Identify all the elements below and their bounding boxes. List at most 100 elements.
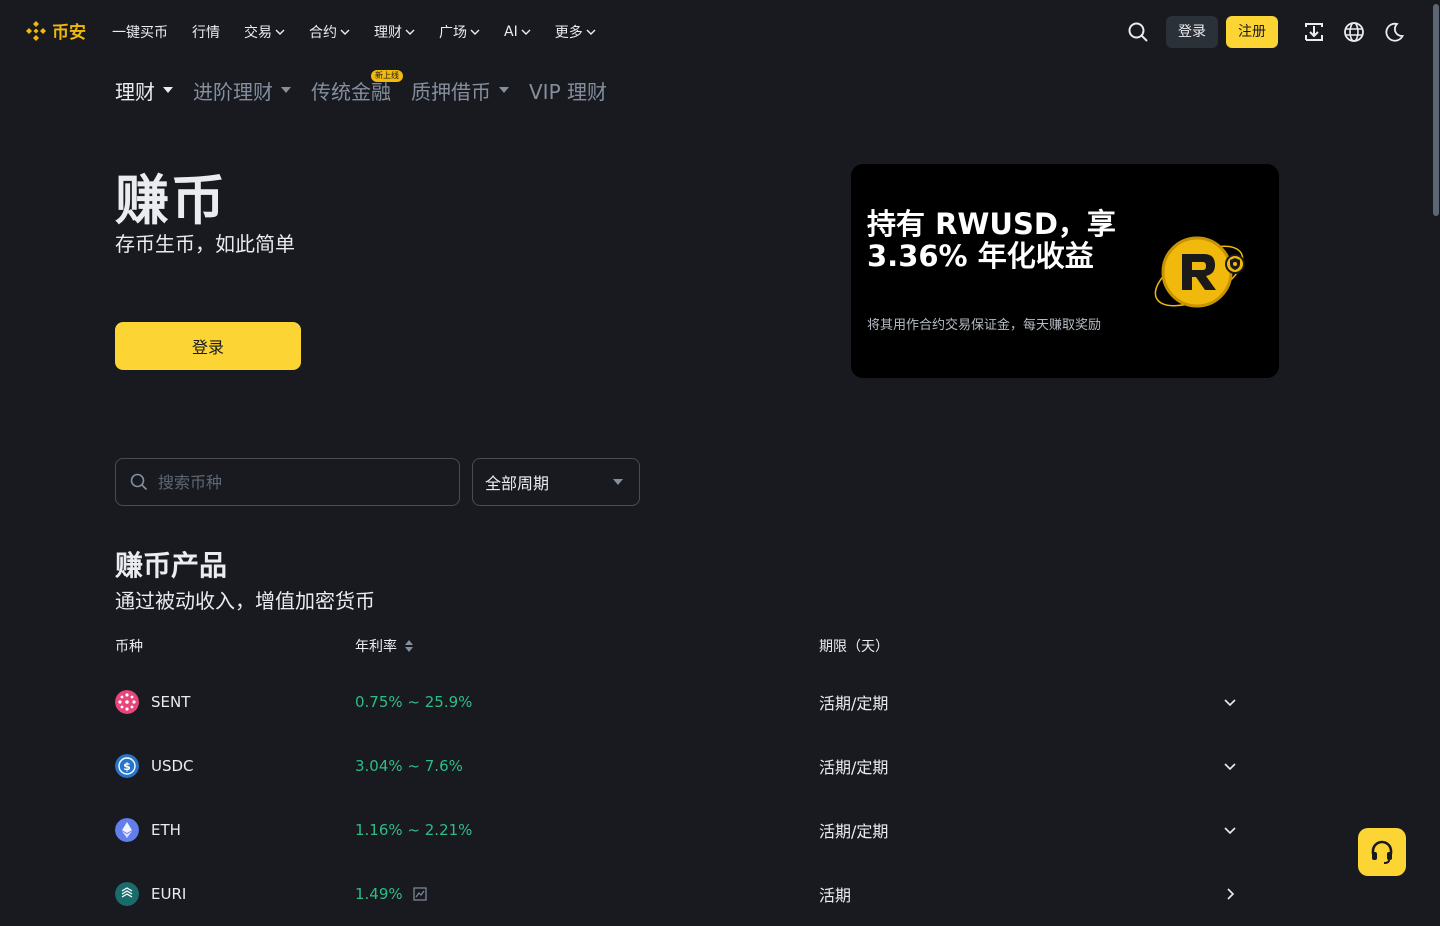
term-value: 活期/定期 (819, 758, 889, 777)
period-select-value: 全部周期 (485, 474, 550, 493)
nav-item-label: 理财 (374, 25, 402, 41)
caret-down-icon (163, 87, 173, 93)
svg-text:$: $ (123, 760, 131, 773)
nav-item-ai[interactable]: AI (504, 24, 531, 40)
table-row[interactable]: EURI 1.49% 活期 (115, 862, 1245, 926)
page-scrollbar[interactable] (1432, 0, 1440, 900)
table-row[interactable]: SENT 0.75% ~ 25.9% 活期/定期 (115, 670, 1245, 734)
nav-item-more[interactable]: 更多 (555, 22, 596, 42)
rwusd-coin-icon (1154, 236, 1245, 308)
header-label: 期限（天） (819, 639, 889, 655)
section-title: 赚币产品 (115, 549, 228, 582)
search-icon (130, 473, 148, 491)
coin-name: ETH (151, 821, 181, 839)
moon-icon[interactable] (1382, 20, 1406, 44)
chevron-right-icon[interactable] (1223, 887, 1237, 901)
nav-item-square[interactable]: 广场 (439, 22, 480, 42)
period-select[interactable]: 全部周期 (472, 458, 640, 506)
nav-item-label: 合约 (309, 25, 337, 41)
tab-label: 理财 (115, 79, 155, 104)
tab-label: 进阶理财 (193, 79, 273, 104)
tab-loans[interactable]: 质押借币 (411, 76, 509, 105)
euri-coin-icon (115, 882, 139, 906)
download-icon[interactable] (1302, 20, 1326, 44)
binance-logo[interactable]: 币安 (24, 18, 86, 43)
section-subtitle: 通过被动收入，增值加密货币 (115, 589, 375, 613)
nav-item-label: AI (504, 24, 518, 40)
nav-item-futures[interactable]: 合约 (309, 22, 350, 42)
chevron-down-icon (586, 29, 596, 35)
header-label: 币种 (115, 639, 143, 655)
register-button[interactable]: 注册 (1226, 16, 1278, 48)
globe-icon[interactable] (1342, 20, 1366, 44)
apy-value: 1.49% (355, 885, 427, 903)
customer-support-button[interactable] (1358, 828, 1406, 876)
chevron-down-icon (470, 29, 480, 35)
coin-name: SENT (151, 693, 191, 711)
nav-item-label: 行情 (192, 25, 220, 41)
coin-name: EURI (151, 885, 187, 903)
new-badge: 新上线 (371, 69, 403, 82)
nav-item-buy-crypto[interactable]: 一键买币 (112, 22, 168, 42)
binance-logo-icon (26, 20, 46, 41)
column-header-apy[interactable]: 年利率 (355, 636, 413, 656)
search-input[interactable] (156, 471, 436, 493)
nav-item-trade[interactable]: 交易 (244, 22, 285, 42)
promo-banner[interactable]: 持有 RWUSD，享 3.36% 年化收益 将其用作合约交易保证金，每天赚取奖励 (851, 164, 1279, 378)
scrollbar-thumb[interactable] (1433, 4, 1439, 216)
chart-icon[interactable] (413, 887, 427, 901)
chevron-down-icon (340, 29, 350, 35)
caret-down-icon (613, 479, 623, 485)
hero-login-button[interactable]: 登录 (115, 322, 301, 370)
caret-down-icon (281, 87, 291, 93)
table-row[interactable]: $ USDC 3.04% ~ 7.6% 活期/定期 (115, 734, 1245, 798)
column-header-coin: 币种 (115, 636, 143, 656)
apy-value: 1.16% ~ 2.21% (355, 821, 472, 839)
login-button[interactable]: 登录 (1166, 16, 1218, 48)
sent-coin-icon (115, 690, 139, 714)
apy-text: 1.16% ~ 2.21% (355, 821, 473, 839)
column-header-term: 期限（天） (819, 636, 889, 656)
tab-tradfi[interactable]: 传统金融 新上线 (311, 69, 403, 105)
coin-search (115, 458, 460, 506)
apy-text: 0.75% ~ 25.9% (355, 693, 473, 711)
banner-subtitle: 将其用作合约交易保证金，每天赚取奖励 (867, 318, 1102, 333)
tab-earn[interactable]: 理财 (115, 76, 173, 105)
chevron-down-icon[interactable] (1223, 823, 1237, 837)
nav-item-markets[interactable]: 行情 (192, 22, 220, 42)
caret-down-icon (499, 87, 509, 93)
usdc-coin-icon: $ (115, 754, 139, 778)
earn-subtabs: 理财 进阶理财 传统金融 新上线 质押借币 VIP 理财 (115, 69, 607, 106)
tab-vip-earn[interactable]: VIP 理财 (529, 76, 607, 105)
table-row[interactable]: ETH 1.16% ~ 2.21% 活期/定期 (115, 798, 1245, 862)
search-icon[interactable] (1126, 20, 1150, 44)
tab-label: VIP 理财 (529, 79, 607, 104)
coin-cell: EURI (115, 882, 186, 906)
banner-title: 持有 RWUSD，享 3.36% 年化收益 (867, 207, 1116, 273)
tab-advanced-earn[interactable]: 进阶理财 (193, 76, 291, 105)
nav-item-earn[interactable]: 理财 (374, 22, 415, 42)
coin-cell: ETH (115, 818, 181, 842)
nav-item-label: 一键买币 (112, 25, 168, 41)
tab-label: 质押借币 (411, 79, 491, 104)
chevron-down-icon[interactable] (1223, 695, 1237, 709)
chevron-down-icon (275, 29, 285, 35)
utility-icons (1302, 20, 1406, 44)
coin-cell: SENT (115, 690, 190, 714)
sort-icon (405, 640, 413, 652)
headset-icon (1371, 840, 1393, 864)
coin-name: USDC (151, 757, 194, 775)
nav-actions: 登录 注册 (1126, 16, 1406, 48)
main-menu: 一键买币 行情 交易 合约 理财 广场 AI 更多 (112, 0, 596, 64)
header-label: 年利率 (355, 639, 397, 655)
apy-text: 3.04% ~ 7.6% (355, 757, 463, 775)
logo-text: 币安 (52, 23, 86, 43)
apy-value: 3.04% ~ 7.6% (355, 757, 463, 775)
chevron-down-icon[interactable] (1223, 759, 1237, 773)
eth-coin-icon (115, 818, 139, 842)
coin-cell: $ USDC (115, 754, 194, 778)
top-navigation: 币安 一键买币 行情 交易 合约 理财 广场 AI 更多 登录 注册 (0, 0, 1440, 64)
apy-value: 0.75% ~ 25.9% (355, 693, 472, 711)
term-value: 活期 (819, 886, 852, 905)
apy-text: 1.49% (355, 885, 403, 903)
